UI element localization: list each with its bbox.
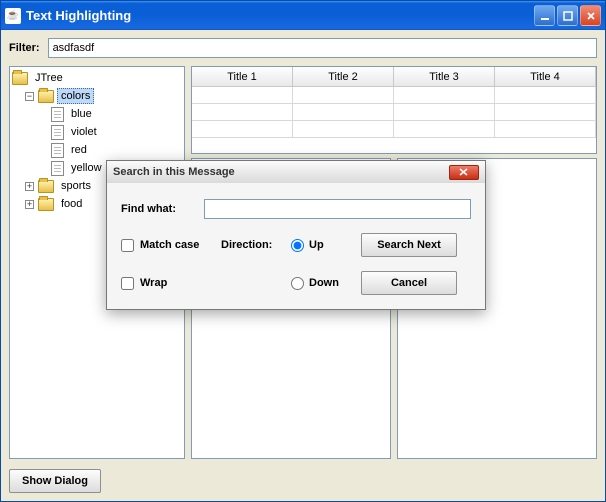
tree-leaf-label: red — [67, 142, 91, 158]
titlebar: ☕ Text Highlighting — [1, 1, 605, 30]
tree-leaf-label: violet — [67, 124, 101, 140]
filter-row: Filter: — [9, 38, 597, 58]
tree-node-colors[interactable]: − colors — [12, 87, 182, 105]
tree-leaf-label: blue — [67, 106, 96, 122]
file-icon — [51, 107, 64, 122]
dialog-titlebar[interactable]: Search in this Message — [107, 161, 485, 183]
minimize-button[interactable] — [534, 5, 555, 26]
find-row: Find what: — [121, 199, 471, 219]
tree-node-label: colors — [57, 88, 94, 104]
file-icon — [51, 143, 64, 158]
find-what-label: Find what: — [121, 203, 196, 215]
direction-down-input[interactable] — [291, 277, 304, 290]
folder-icon — [38, 198, 54, 211]
table-column-header[interactable]: Title 1 — [192, 67, 293, 87]
wrap-input[interactable] — [121, 277, 134, 290]
close-icon — [586, 11, 596, 21]
close-icon — [459, 168, 469, 176]
tree-root[interactable]: JTree — [12, 69, 182, 87]
close-button[interactable] — [580, 5, 601, 26]
toggle-icon[interactable]: + — [25, 182, 34, 191]
minimize-icon — [540, 11, 550, 21]
window-controls — [534, 5, 601, 26]
table-row[interactable] — [192, 121, 596, 138]
tree-root-label: JTree — [31, 70, 67, 86]
show-dialog-button[interactable]: Show Dialog — [9, 469, 101, 493]
maximize-icon — [563, 11, 573, 21]
match-case-input[interactable] — [121, 239, 134, 252]
options-grid: Match case Direction: Up Search Next Wra… — [121, 233, 471, 295]
tree-node-label: sports — [57, 178, 95, 194]
table-row[interactable] — [192, 104, 596, 121]
table-column-header[interactable]: Title 3 — [394, 67, 495, 87]
file-icon — [51, 161, 64, 176]
bottom-bar: Show Dialog — [9, 465, 597, 493]
table-header: Title 1 Title 2 Title 3 Title 4 — [192, 67, 596, 87]
dialog-close-button[interactable] — [449, 165, 479, 180]
table-column-header[interactable]: Title 4 — [495, 67, 596, 87]
cancel-button[interactable]: Cancel — [361, 271, 457, 295]
filter-label: Filter: — [9, 42, 40, 54]
dialog-body: Find what: Match case Direction: Up Sear… — [107, 183, 485, 309]
table[interactable]: Title 1 Title 2 Title 3 Title 4 — [191, 66, 597, 154]
tree-leaf-red[interactable]: red — [12, 141, 182, 159]
file-icon — [51, 125, 64, 140]
search-dialog: Search in this Message Find what: Match … — [106, 160, 486, 310]
find-what-input[interactable] — [204, 199, 471, 219]
folder-icon — [38, 90, 54, 103]
direction-down-radio[interactable]: Down — [291, 277, 361, 290]
app-window: ☕ Text Highlighting Filter: JTree — [0, 0, 606, 502]
tree-node-label: food — [57, 196, 86, 212]
table-column-header[interactable]: Title 2 — [293, 67, 394, 87]
filter-input[interactable] — [48, 38, 597, 58]
dialog-title: Search in this Message — [113, 166, 449, 178]
direction-up-input[interactable] — [291, 239, 304, 252]
direction-up-radio[interactable]: Up — [291, 239, 361, 252]
maximize-button[interactable] — [557, 5, 578, 26]
content-area: Filter: JTree − colors blu — [1, 30, 605, 501]
tree-leaf-label: yellow — [67, 160, 106, 176]
folder-icon — [12, 72, 28, 85]
direction-up-label: Up — [309, 239, 324, 251]
search-next-button[interactable]: Search Next — [361, 233, 457, 257]
wrap-checkbox[interactable]: Wrap — [121, 277, 221, 290]
direction-down-label: Down — [309, 277, 339, 289]
toggle-icon[interactable]: − — [25, 92, 34, 101]
toggle-icon[interactable]: + — [25, 200, 34, 209]
window-title: Text Highlighting — [26, 8, 534, 23]
folder-icon — [38, 180, 54, 193]
tree-leaf-violet[interactable]: violet — [12, 123, 182, 141]
match-case-label: Match case — [140, 239, 199, 251]
direction-label: Direction: — [221, 239, 291, 251]
wrap-label: Wrap — [140, 277, 167, 289]
java-cup-icon: ☕ — [5, 8, 21, 24]
match-case-checkbox[interactable]: Match case — [121, 239, 221, 252]
tree-leaf-blue[interactable]: blue — [12, 105, 182, 123]
table-row[interactable] — [192, 87, 596, 104]
